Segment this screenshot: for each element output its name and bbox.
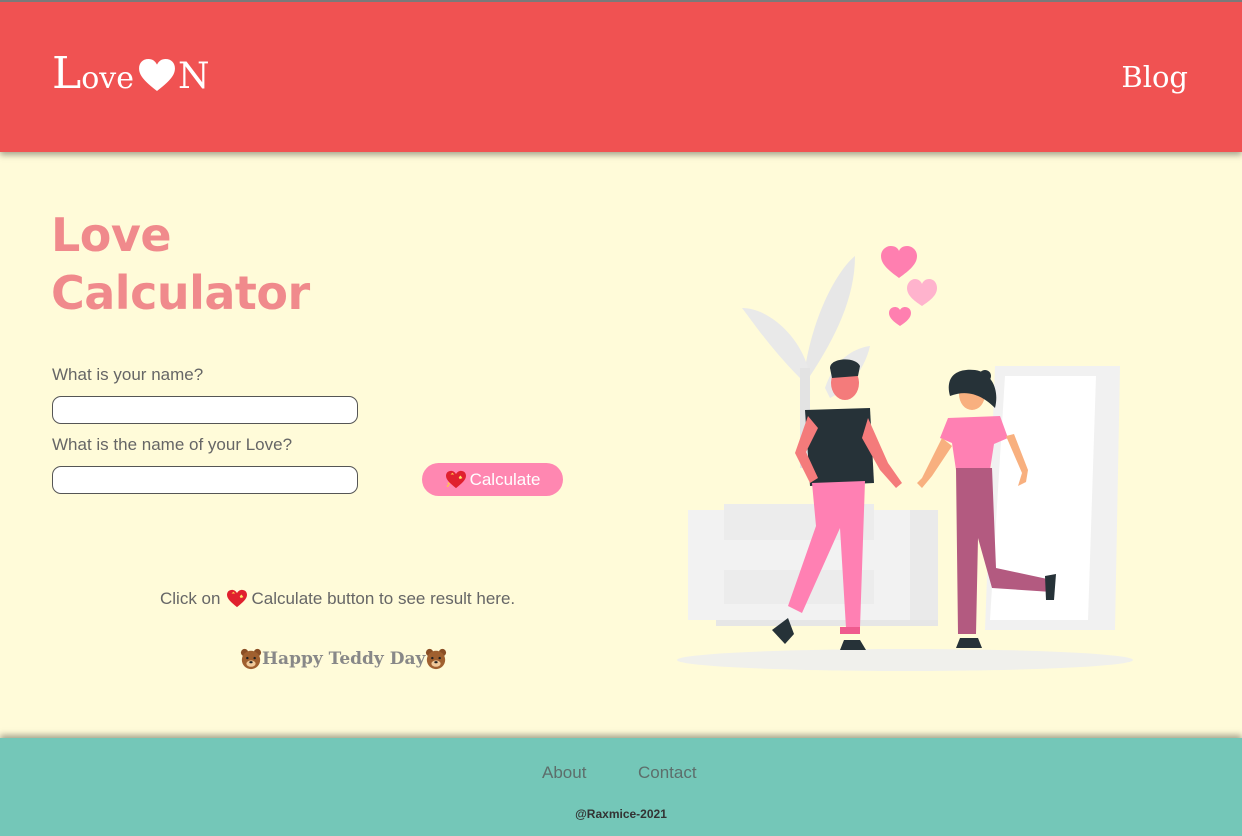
site-header: L ove N Blog — [0, 0, 1242, 152]
your-name-label: What is your name? — [52, 365, 204, 384]
nav-blog-link[interactable]: Blog — [1121, 60, 1188, 94]
page-title-line-1: Love — [51, 208, 172, 262]
teddy-day-text: Happy Teddy Day — [262, 649, 426, 669]
couple-illustration — [677, 246, 1133, 671]
heart-icon — [139, 58, 175, 92]
result-prefix: Click on — [160, 589, 221, 608]
footer-contact-link[interactable]: Contact — [638, 763, 697, 783]
site-logo[interactable]: L ove N — [52, 52, 209, 96]
sparkling-heart-icon — [227, 589, 248, 608]
bear-face-icon — [240, 648, 262, 670]
logo-letter-l: L — [52, 48, 82, 99]
logo-letter-n: N — [177, 56, 210, 97]
teddy-day-message: Happy Teddy Day — [240, 648, 447, 670]
copyright-text: @Raxmice-2021 — [575, 807, 667, 821]
calculate-button-label: Calculate — [469, 469, 541, 489]
site-footer: About Contact @Raxmice-2021 — [0, 738, 1242, 836]
result-message: Click on Calculate button to see result … — [160, 589, 515, 609]
page-title-line-2: Calculator — [51, 266, 310, 320]
bear-face-icon — [426, 648, 447, 670]
logo-letters-ove: ove — [81, 61, 134, 96]
result-suffix: Calculate button to see result here. — [251, 589, 516, 608]
love-name-label: What is the name of your Love? — [52, 435, 293, 454]
page-title: Love Calculator — [51, 206, 310, 322]
calculate-button[interactable]: Calculate — [422, 463, 563, 496]
sparkling-heart-icon — [445, 470, 466, 488]
footer-about-link[interactable]: About — [542, 763, 586, 783]
your-name-input[interactable] — [52, 396, 358, 424]
love-name-input[interactable] — [52, 466, 358, 494]
